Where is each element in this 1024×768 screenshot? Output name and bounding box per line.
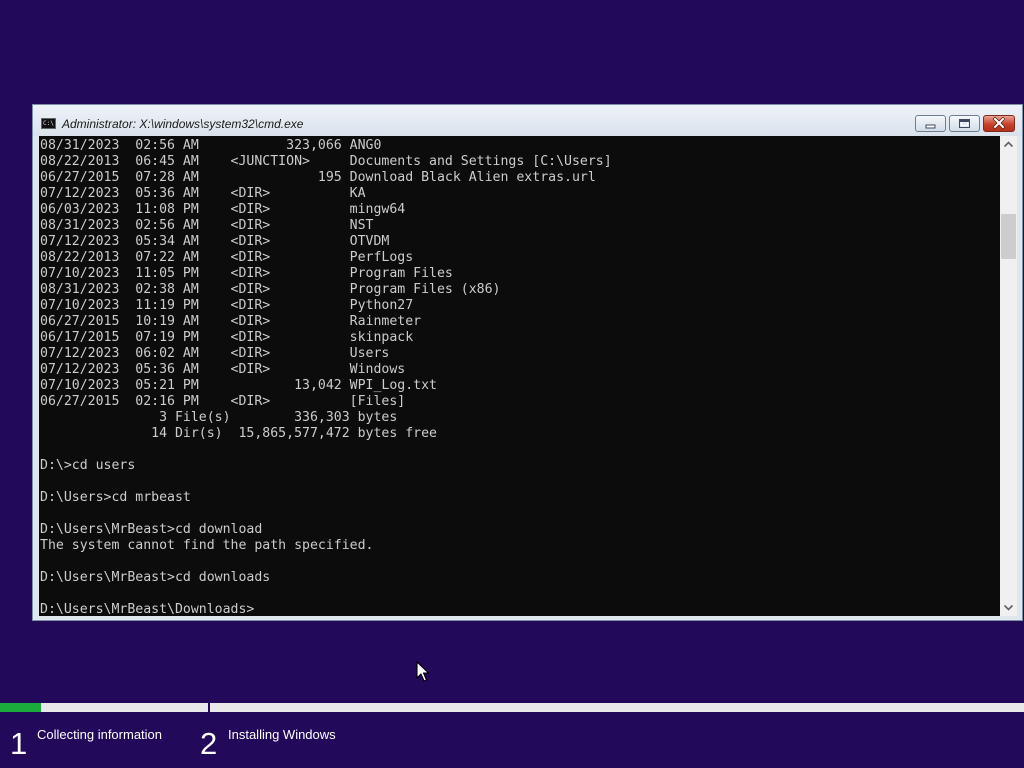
maximize-button[interactable] xyxy=(949,115,980,132)
console-line: 14 Dir(s) 15,865,577,472 bytes free xyxy=(40,426,437,441)
console-line: D:\>cd users xyxy=(40,458,136,473)
console-line: 07/12/2023 06:02 AM <DIR> Users xyxy=(40,346,390,361)
title-bar[interactable]: C:\ Administrator: X:\windows\system32\c… xyxy=(33,105,1022,136)
console-line: 07/10/2023 11:05 PM <DIR> Program Files xyxy=(40,266,453,281)
console-line: 06/27/2015 10:19 AM <DIR> Rainmeter xyxy=(40,314,422,329)
step-1-label: Collecting information xyxy=(37,727,163,742)
chevron-down-icon xyxy=(1003,604,1014,611)
vertical-scrollbar[interactable] xyxy=(1000,136,1017,616)
setup-progress-fill xyxy=(0,703,41,712)
console-output[interactable]: 08/31/2023 02:56 AM 323,066 ANG0 08/22/2… xyxy=(39,136,1000,616)
console-line: 07/12/2023 05:34 AM <DIR> OTVDM xyxy=(40,234,390,249)
console-text: 08/31/2023 02:56 AM 323,066 ANG0 08/22/2… xyxy=(39,136,1000,616)
console-line: 08/22/2013 07:22 AM <DIR> PerfLogs xyxy=(40,250,414,265)
step-2-number: 2 xyxy=(200,726,218,761)
maximize-icon xyxy=(959,119,970,128)
console-line: D:\Users\MrBeast>cd download xyxy=(40,522,263,537)
console-line: 07/10/2023 11:19 PM <DIR> Python27 xyxy=(40,298,414,313)
console-line: 07/12/2023 05:36 AM <DIR> Windows xyxy=(40,362,406,377)
minimize-icon xyxy=(925,124,936,129)
setup-progress-bar xyxy=(0,703,1024,712)
console-line: 06/03/2023 11:08 PM <DIR> mingw64 xyxy=(40,202,406,217)
cmd-window[interactable]: C:\ Administrator: X:\windows\system32\c… xyxy=(32,104,1023,621)
console-line: 06/27/2015 02:16 PM <DIR> [Files] xyxy=(40,394,406,409)
chevron-up-icon xyxy=(1003,141,1014,148)
console-line: 08/31/2023 02:38 AM <DIR> Program Files … xyxy=(40,282,501,297)
scroll-up-button[interactable] xyxy=(1000,136,1017,153)
console-line: 08/22/2013 06:45 AM <JUNCTION> Documents… xyxy=(40,154,612,169)
minimize-button[interactable] xyxy=(915,115,946,132)
console-line: D:\Users\MrBeast>cd downloads xyxy=(40,570,271,585)
setup-screen: C:\ Administrator: X:\windows\system32\c… xyxy=(0,0,1024,768)
step-2-label: Installing Windows xyxy=(228,727,336,742)
console-line: D:\Users>cd mrbeast xyxy=(40,490,191,505)
close-icon xyxy=(992,116,1006,130)
console-line: 08/31/2023 02:56 AM 323,066 ANG0 xyxy=(40,138,382,153)
step-1-number: 1 xyxy=(10,726,28,761)
console-line: 3 File(s) 336,303 bytes xyxy=(40,410,398,425)
cmd-icon: C:\ xyxy=(41,118,56,129)
scroll-thumb[interactable] xyxy=(1001,214,1016,259)
console-line: 07/12/2023 05:36 AM <DIR> KA xyxy=(40,186,366,201)
window-title: Administrator: X:\windows\system32\cmd.e… xyxy=(62,117,304,131)
console-line: 08/31/2023 02:56 AM <DIR> NST xyxy=(40,218,374,233)
mouse-pointer-icon xyxy=(416,661,430,688)
console-line: 06/27/2015 07:28 AM 195 Download Black A… xyxy=(40,170,596,185)
scroll-down-button[interactable] xyxy=(1000,599,1017,616)
console-line: 07/10/2023 05:21 PM 13,042 WPI_Log.txt xyxy=(40,378,437,393)
console-line: D:\Users\MrBeast\Downloads> xyxy=(40,602,255,616)
progress-step-divider xyxy=(208,703,210,712)
close-button[interactable] xyxy=(983,115,1015,132)
console-line: 06/17/2015 07:19 PM <DIR> skinpack xyxy=(40,330,414,345)
console-line: The system cannot find the path specifie… xyxy=(40,538,374,553)
